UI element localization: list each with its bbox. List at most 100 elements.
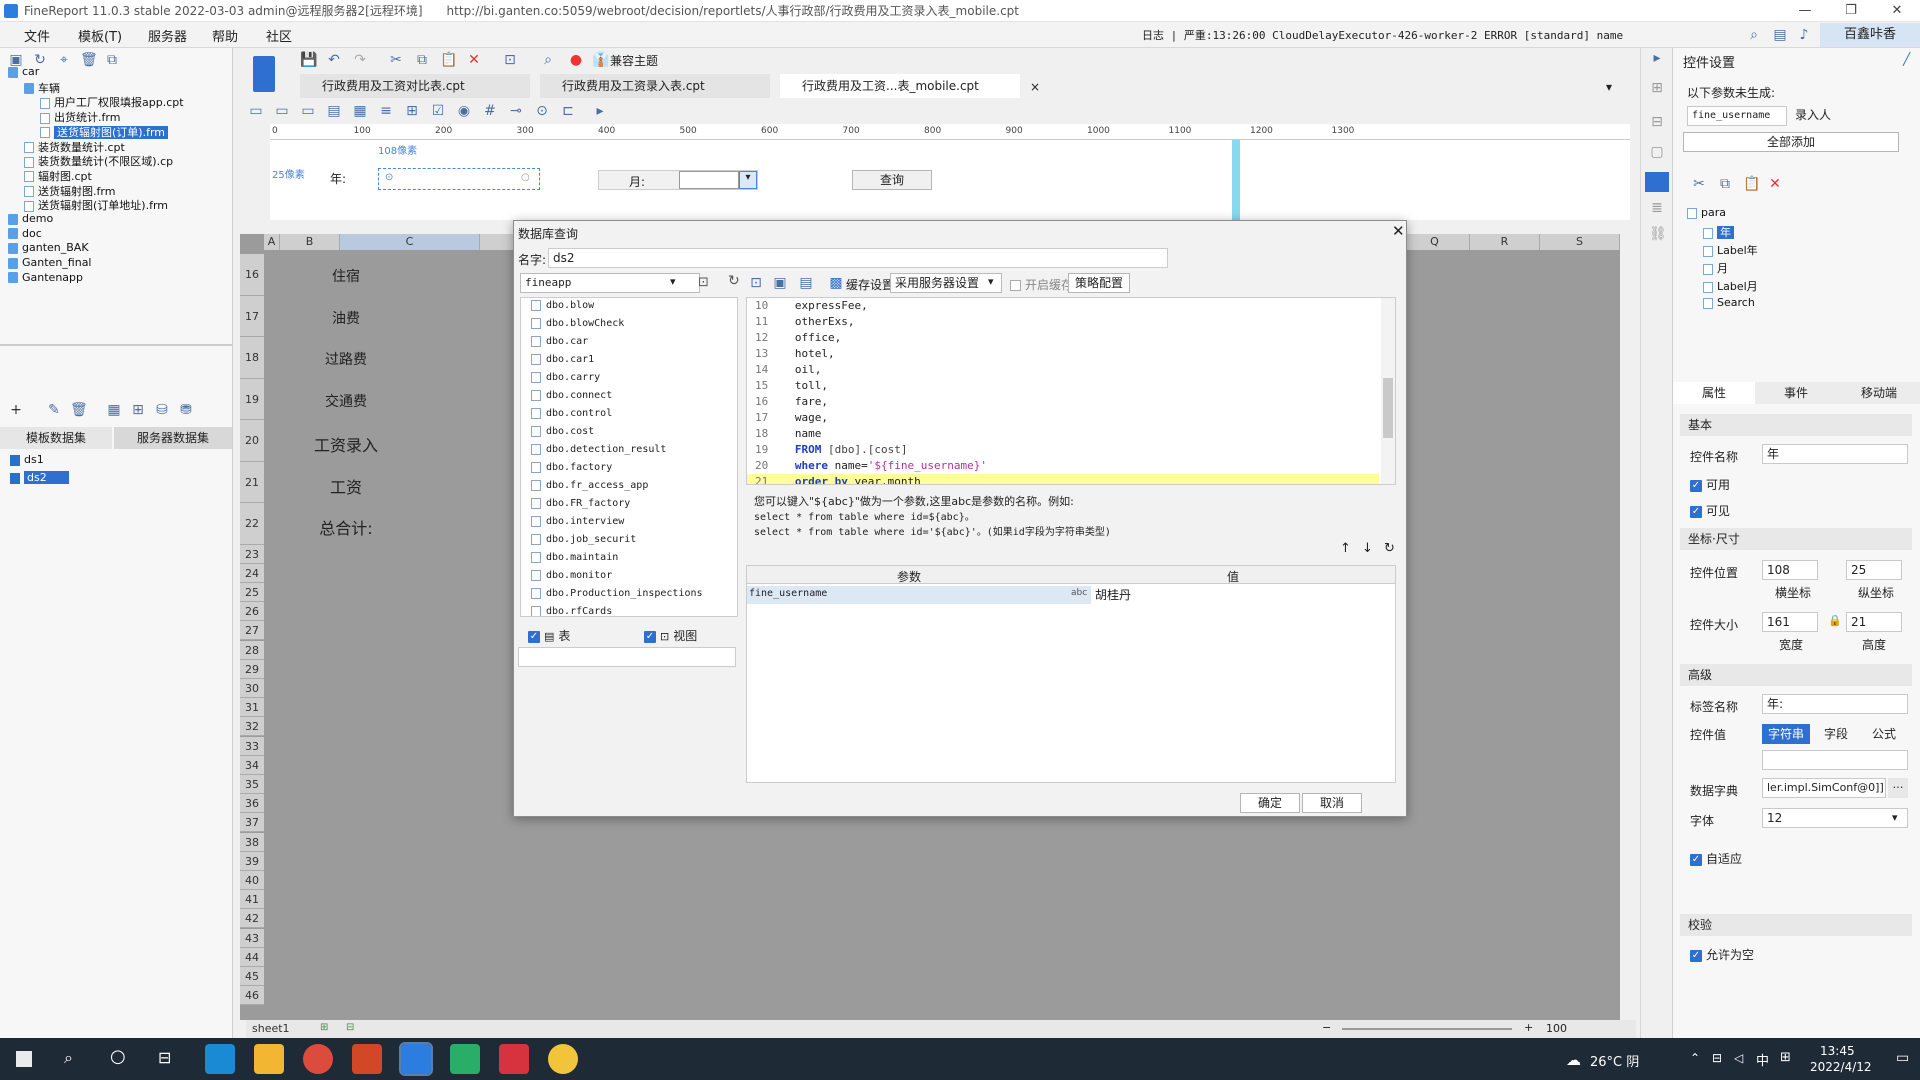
add-sheet-icon[interactable]: ⊟ (346, 1022, 354, 1033)
refresh-icon[interactable]: ↻ (728, 273, 740, 289)
task-view-icon[interactable]: ⊟ (158, 1048, 171, 1067)
undo-icon[interactable]: ↶ (326, 52, 342, 68)
menu-community[interactable]: 社区 (266, 26, 292, 45)
row-header[interactable]: 25 (240, 582, 264, 603)
tree-item[interactable]: car (8, 65, 39, 78)
visible-checkbox[interactable]: ✓ 可见 (1690, 502, 1730, 519)
table-item[interactable]: dbo.connect (531, 387, 612, 405)
tree-item[interactable]: Ganten_final (8, 256, 92, 269)
database-settings-icon[interactable]: ⛃ (178, 402, 194, 418)
name-field[interactable]: ds2 (548, 248, 1168, 268)
section-advanced[interactable]: 高级 (1680, 664, 1912, 686)
width-field[interactable]: 161 (1762, 612, 1818, 632)
frame-icon[interactable]: ▢ (1649, 144, 1665, 160)
table-item[interactable]: dbo.cost (531, 423, 594, 441)
table-search-field[interactable] (518, 647, 736, 667)
add-all-button[interactable]: 全部添加 (1683, 132, 1899, 152)
tab-menu-icon[interactable]: ▾ (1606, 80, 1612, 94)
theme-icon[interactable]: 👔 (592, 52, 609, 68)
sheet-tab[interactable]: sheet1 (252, 1022, 290, 1035)
cortana-icon[interactable]: ○ (110, 1046, 126, 1067)
widget-query-icon[interactable]: ⊙ (534, 103, 550, 119)
cell-label[interactable]: 工资录入 (276, 432, 416, 456)
delete-dataset-icon[interactable]: 🗑 (70, 402, 88, 418)
enable-cache-checkbox[interactable]: 开启缓存 (1010, 276, 1073, 293)
ime-mode-icon[interactable]: ⊞ (1780, 1050, 1791, 1065)
table-item[interactable]: dbo.job_securit (531, 531, 636, 549)
row-header[interactable]: 38 (240, 832, 264, 852)
sql-scrollbar[interactable] (1381, 298, 1395, 484)
tree-item[interactable]: ganten_BAK (8, 241, 89, 254)
tree-item[interactable]: 出货统计.frm (40, 109, 120, 125)
zoom-value[interactable]: 100 (1546, 1022, 1567, 1035)
cell-label[interactable]: 过路费 (276, 349, 416, 369)
tab-mobile[interactable]: 移动端 (1837, 382, 1920, 404)
value-field[interactable] (1762, 750, 1908, 770)
table-item[interactable]: dbo.control (531, 405, 612, 423)
cut-icon[interactable]: ✂ (1691, 176, 1707, 192)
row-header[interactable]: 22 (240, 503, 264, 545)
menu-server[interactable]: 服务器 (148, 26, 187, 45)
column-header[interactable]: S (1540, 234, 1620, 250)
preview-icon[interactable]: ⊡ (502, 52, 518, 68)
widget-tree-item[interactable]: Label年 (1703, 242, 1758, 258)
add-dataset-icon[interactable]: + (8, 402, 24, 418)
tree-item[interactable]: 送货辐射图(订单地址).frm (24, 197, 168, 213)
widget-settings-icon[interactable] (1645, 172, 1669, 192)
column-header[interactable]: Q (1400, 234, 1470, 250)
table-item[interactable]: dbo.Production_inspections (531, 585, 703, 603)
cancel-button[interactable]: 取消 (1302, 793, 1362, 813)
table-checkbox[interactable]: ✓ ▤ 表 (528, 627, 570, 644)
clock-date[interactable]: 2022/4/12 (1810, 1060, 1872, 1074)
table-item[interactable]: dbo.detection_result (531, 441, 666, 459)
row-header[interactable]: 37 (240, 813, 264, 833)
weather-icon[interactable]: ☁ (1566, 1051, 1581, 1069)
row-header[interactable]: 16 (240, 254, 264, 296)
param-chip[interactable]: fine_username (1687, 106, 1787, 126)
tab-events[interactable]: 事件 (1755, 382, 1837, 404)
widget-tree-item[interactable]: Label月 (1703, 278, 1758, 294)
enabled-checkbox[interactable]: ✓ 可用 (1690, 476, 1730, 493)
row-header[interactable]: 43 (240, 928, 264, 948)
refresh-params-icon[interactable]: ↻ (1384, 541, 1395, 556)
tab-properties[interactable]: 属性 (1673, 382, 1755, 404)
row-header[interactable]: 40 (240, 870, 264, 891)
row-header[interactable]: 26 (240, 602, 264, 622)
row-header[interactable]: 46 (240, 986, 264, 1006)
row-header[interactable]: 41 (240, 890, 264, 910)
value-tab-string[interactable]: 字符串 (1762, 724, 1810, 744)
section-coordinates[interactable]: 坐标·尺寸 (1680, 528, 1912, 550)
widget-list-icon[interactable]: ≡ (378, 103, 394, 119)
search-icon[interactable]: ⌕ (540, 52, 556, 68)
zoom-in-icon[interactable]: + (1524, 1021, 1533, 1034)
widget-more-icon[interactable]: ▸ (592, 103, 608, 119)
month-combo[interactable] (679, 171, 739, 189)
table-item[interactable]: dbo.blowCheck (531, 315, 624, 333)
row-header[interactable]: 35 (240, 774, 264, 795)
cut-icon[interactable]: ✂ (388, 52, 404, 68)
widget-button-icon[interactable]: ▭ (300, 103, 316, 119)
value-tab-field[interactable]: 字段 (1812, 724, 1860, 744)
network-icon[interactable]: ⊟ (1712, 1051, 1722, 1065)
font-size-select[interactable]: 12 (1762, 808, 1908, 828)
param-sql-icon[interactable]: ▤ (798, 275, 814, 291)
zoom-slider[interactable] (1342, 1028, 1512, 1030)
widget-date-icon[interactable]: ▦ (352, 103, 368, 119)
menu-template[interactable]: 模板(T) (78, 26, 122, 45)
position-y-field[interactable]: 25 (1846, 560, 1902, 580)
position-x-field[interactable]: 108 (1762, 560, 1818, 580)
search-icon[interactable]: ⌕ (1746, 27, 1762, 43)
tab-server-dataset[interactable]: 服务器数据集 (114, 427, 232, 449)
copy-icon[interactable]: ⧉ (1717, 176, 1733, 192)
height-field[interactable]: 21 (1846, 612, 1902, 632)
autofit-checkbox[interactable]: ✓ 自适应 (1690, 850, 1742, 867)
table-item[interactable]: dbo.carry (531, 369, 600, 387)
row-header[interactable]: 29 (240, 659, 264, 679)
tag-name-field[interactable]: 年: (1762, 694, 1908, 714)
tree-item[interactable]: 辐射图.cpt (24, 168, 92, 184)
chrome-icon[interactable] (303, 1044, 333, 1074)
cell-label[interactable]: 工资 (276, 474, 416, 498)
pane-boundary[interactable] (1232, 140, 1240, 220)
tree-item[interactable]: 用户工厂权限填报app.cpt (40, 94, 184, 110)
tree-item[interactable]: 车辆 (24, 80, 60, 96)
